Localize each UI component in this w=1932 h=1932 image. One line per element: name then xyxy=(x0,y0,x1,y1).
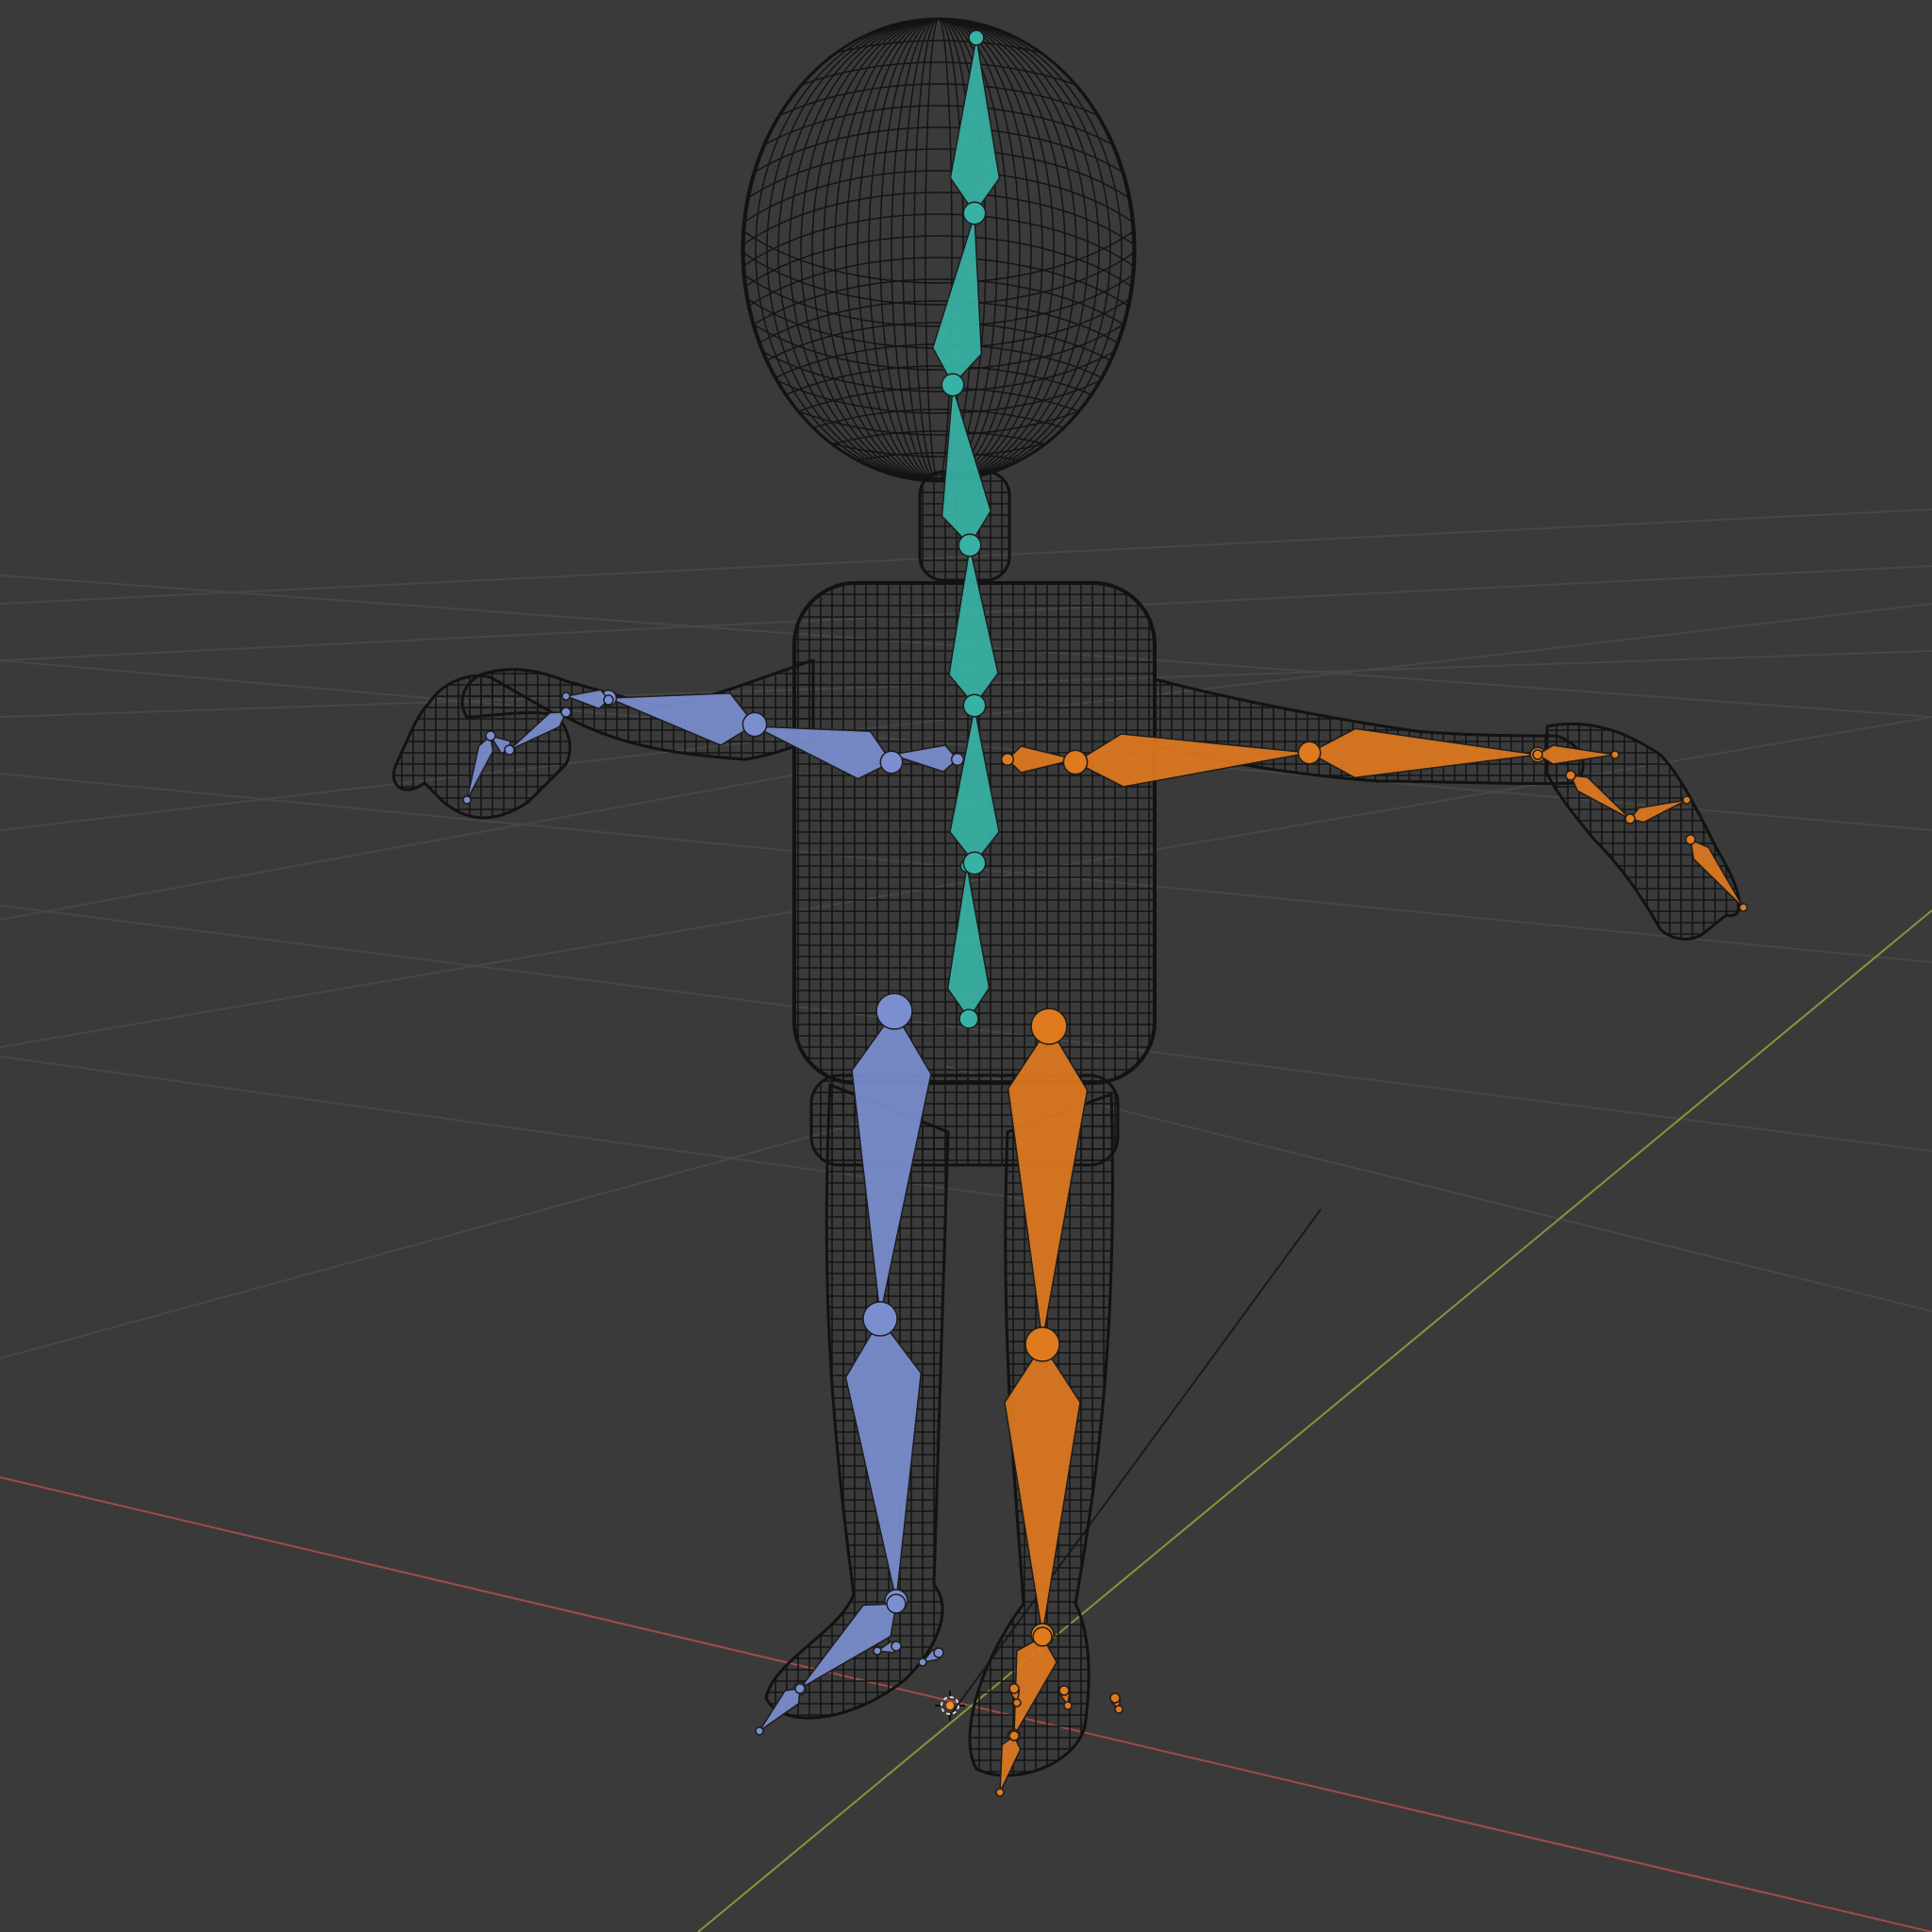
3d-viewport[interactable] xyxy=(0,0,1932,1932)
viewport-canvas[interactable] xyxy=(0,0,1932,1932)
